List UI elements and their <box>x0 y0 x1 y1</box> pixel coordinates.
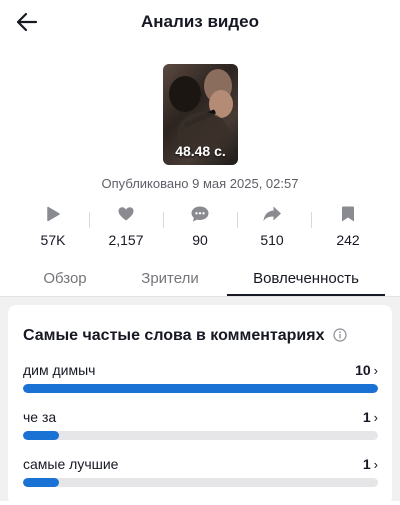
bookmark-icon <box>318 200 378 228</box>
tab-bar: Обзор Зрители Вовлеченность <box>0 264 400 298</box>
stat-views: 57K <box>23 200 83 248</box>
comment-icon <box>170 200 230 228</box>
play-icon <box>23 200 83 228</box>
comments-count: 90 <box>192 232 208 248</box>
share-icon <box>242 200 302 228</box>
views-count: 57K <box>40 232 66 248</box>
video-thumbnail[interactable]: 48.48 с. <box>163 64 238 165</box>
stat-saves: 242 <box>318 200 378 248</box>
likes-count: 2,157 <box>108 232 144 248</box>
word-count[interactable]: 1 › <box>363 456 378 472</box>
tab-audience[interactable]: Зрители <box>125 270 215 287</box>
progress-track <box>23 384 378 393</box>
divider <box>163 212 164 228</box>
video-duration: 48.48 с. <box>175 143 226 159</box>
progress-fill <box>23 478 59 487</box>
chevron-right-icon: › <box>373 410 378 425</box>
word-count[interactable]: 1 › <box>363 409 378 425</box>
heart-icon <box>96 200 156 228</box>
tab-engagement[interactable]: Вовлеченность <box>227 270 385 287</box>
stat-shares: 510 <box>242 200 302 248</box>
info-icon[interactable] <box>333 328 347 342</box>
page-title: Анализ видео <box>141 12 259 31</box>
word-label: дим димыч <box>23 362 96 378</box>
stat-likes: 2,157 <box>96 200 156 248</box>
chevron-right-icon: › <box>373 363 378 378</box>
tab-overview[interactable]: Обзор <box>20 270 110 287</box>
word-label: самые лучшие <box>23 456 119 472</box>
word-label: че за <box>23 409 57 425</box>
progress-track <box>23 478 378 487</box>
progress-fill <box>23 384 378 393</box>
stats-row: 57K 2,157 90 510 242 <box>0 200 400 256</box>
stat-comments: 90 <box>170 200 230 248</box>
header: Анализ видео <box>0 0 400 44</box>
divider <box>89 212 90 228</box>
progress-fill <box>23 431 59 440</box>
word-count[interactable]: 10 › <box>355 362 378 378</box>
chevron-right-icon: › <box>373 457 378 472</box>
divider <box>237 212 238 228</box>
progress-track <box>23 431 378 440</box>
shares-count: 510 <box>260 232 284 248</box>
saves-count: 242 <box>336 232 360 248</box>
published-date: Опубликовано 9 мая 2025, 02:57 <box>101 176 299 191</box>
card-title: Самые частые слова в комментариях <box>23 327 325 344</box>
divider <box>311 212 312 228</box>
top-words-card: Самые частые слова в комментариях дим ди… <box>8 305 392 505</box>
